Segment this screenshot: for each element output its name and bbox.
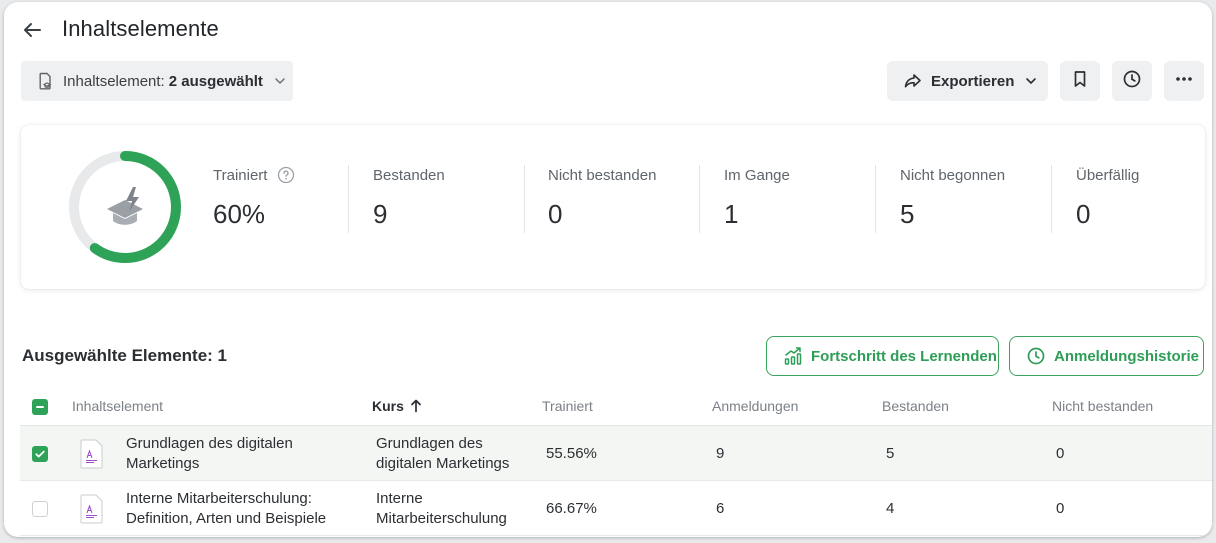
table-row[interactable]: Interne Mitarbeiterschulung: Definition,… bbox=[20, 481, 1212, 536]
filter-value: 2 ausgewählt bbox=[168, 72, 263, 90]
stat-value: 1 bbox=[724, 199, 739, 229]
history-button[interactable] bbox=[1112, 61, 1152, 101]
growth-chart-icon bbox=[783, 346, 803, 366]
passed-cell: 5 bbox=[886, 445, 895, 462]
content-item-line: Grundlagen des digitalen bbox=[126, 435, 293, 452]
column-header-trained[interactable]: Trainiert bbox=[542, 398, 593, 414]
course-name: Interne Mitarbeiterschulung bbox=[376, 489, 507, 529]
failed-cell: 0 bbox=[1056, 445, 1065, 462]
stat-passed: Bestanden 9 bbox=[373, 165, 445, 230]
back-arrow-icon[interactable] bbox=[20, 18, 44, 42]
table-row[interactable]: Grundlagen des digitalen Marketings Grun… bbox=[20, 426, 1212, 481]
trained-cell: 55.56% bbox=[546, 445, 597, 462]
chevron-down-icon bbox=[273, 74, 287, 88]
course-badge-icon bbox=[107, 187, 143, 225]
stat-value: 0 bbox=[548, 199, 563, 229]
stat-failed: Nicht bestanden 0 bbox=[548, 165, 656, 230]
bookmark-icon bbox=[1070, 69, 1090, 94]
header: Inhaltselemente bbox=[4, 2, 1212, 58]
divider bbox=[875, 165, 876, 233]
column-header-course[interactable]: Kurs bbox=[372, 398, 422, 414]
export-label: Exportieren bbox=[931, 72, 1015, 90]
stat-trained: Trainiert 60% bbox=[213, 165, 295, 230]
stat-label: Trainiert bbox=[213, 166, 268, 184]
column-header-passed[interactable]: Bestanden bbox=[882, 398, 949, 414]
content-item-name[interactable]: Grundlagen des digitalen Marketings bbox=[126, 434, 293, 474]
stat-label: Überfällig bbox=[1076, 166, 1140, 184]
content-item-filter-dropdown[interactable]: Inhaltselement: 2 ausgewählt bbox=[21, 61, 293, 101]
divider bbox=[699, 165, 700, 233]
enrollment-history-label: Anmeldungshistorie bbox=[1054, 347, 1200, 365]
app-window: Inhaltselemente Inhaltselement: 2 ausgew… bbox=[4, 2, 1212, 537]
enrollments-cell: 9 bbox=[716, 445, 725, 462]
stat-in-progress: Im Gange 1 bbox=[724, 165, 790, 230]
column-header-course-label: Kurs bbox=[372, 398, 404, 414]
clock-icon bbox=[1026, 346, 1046, 366]
passed-cell: 4 bbox=[886, 500, 895, 517]
failed-cell: 0 bbox=[1056, 500, 1065, 517]
share-arrow-icon bbox=[903, 71, 923, 91]
document-icon bbox=[80, 439, 104, 469]
help-circle-icon[interactable] bbox=[277, 166, 295, 184]
more-options-button[interactable] bbox=[1164, 61, 1204, 101]
stat-value: 5 bbox=[900, 199, 915, 229]
stat-label: Nicht bestanden bbox=[548, 166, 657, 184]
trained-cell: 66.67% bbox=[546, 500, 597, 517]
divider bbox=[348, 165, 349, 233]
stat-not-started: Nicht begonnen 5 bbox=[900, 165, 1005, 230]
chevron-down-icon bbox=[1024, 74, 1038, 88]
content-item-name[interactable]: Interne Mitarbeiterschulung: Definition,… bbox=[126, 489, 326, 529]
stat-value: 60% bbox=[213, 199, 266, 229]
column-header-failed[interactable]: Nicht bestanden bbox=[1052, 398, 1153, 414]
bookmark-button[interactable] bbox=[1060, 61, 1100, 101]
enrollments-cell: 6 bbox=[716, 500, 725, 517]
content-item-line: Definition, Arten und Beispiele bbox=[126, 510, 327, 527]
learner-progress-button[interactable]: Fortschritt des Lernenden bbox=[766, 336, 999, 376]
more-horizontal-icon bbox=[1174, 69, 1194, 94]
stat-label: Im Gange bbox=[724, 166, 790, 184]
row-checkbox[interactable] bbox=[32, 501, 48, 517]
stat-value: 9 bbox=[373, 199, 388, 229]
column-header-enrollments[interactable]: Anmeldungen bbox=[712, 398, 798, 414]
sort-arrow-up-icon bbox=[410, 399, 422, 413]
content-item-icon bbox=[35, 71, 55, 91]
learner-progress-label: Fortschritt des Lernenden bbox=[811, 347, 997, 365]
stat-value: 0 bbox=[1076, 199, 1091, 229]
filter-prefix: Inhaltselement: bbox=[63, 72, 165, 90]
course-line: digitalen Marketings bbox=[376, 455, 510, 472]
course-line: Grundlagen des bbox=[376, 435, 483, 452]
selected-items-title: Ausgewählte Elemente: 1 bbox=[22, 346, 228, 365]
stat-label: Nicht begonnen bbox=[900, 166, 1006, 184]
stats-card: Trainiert 60% Bestanden 9 Nicht bestande… bbox=[21, 125, 1205, 289]
clock-icon bbox=[1122, 69, 1142, 94]
stat-label: Bestanden bbox=[373, 166, 445, 184]
course-name: Grundlagen des digitalen Marketings bbox=[376, 434, 509, 474]
column-header-content-item[interactable]: Inhaltselement bbox=[72, 398, 163, 414]
content-item-line: Interne Mitarbeiterschulung: bbox=[126, 490, 312, 507]
divider bbox=[524, 165, 525, 233]
stat-overdue: Überfällig 0 bbox=[1076, 165, 1139, 230]
select-all-checkbox[interactable] bbox=[32, 399, 48, 415]
table-header: Inhaltselement Kurs Trainiert Anmeldunge… bbox=[20, 388, 1212, 426]
course-line: Interne bbox=[376, 490, 423, 507]
enrollment-history-button[interactable]: Anmeldungshistorie bbox=[1009, 336, 1204, 376]
document-icon bbox=[80, 494, 104, 524]
page-title: Inhaltselemente bbox=[62, 16, 219, 41]
trained-progress-ring bbox=[67, 149, 183, 265]
content-item-line: Marketings bbox=[126, 455, 200, 472]
row-checkbox[interactable] bbox=[32, 446, 48, 462]
divider bbox=[1051, 165, 1052, 233]
course-line: Mitarbeiterschulung bbox=[376, 510, 507, 527]
export-button[interactable]: Exportieren bbox=[887, 61, 1048, 101]
